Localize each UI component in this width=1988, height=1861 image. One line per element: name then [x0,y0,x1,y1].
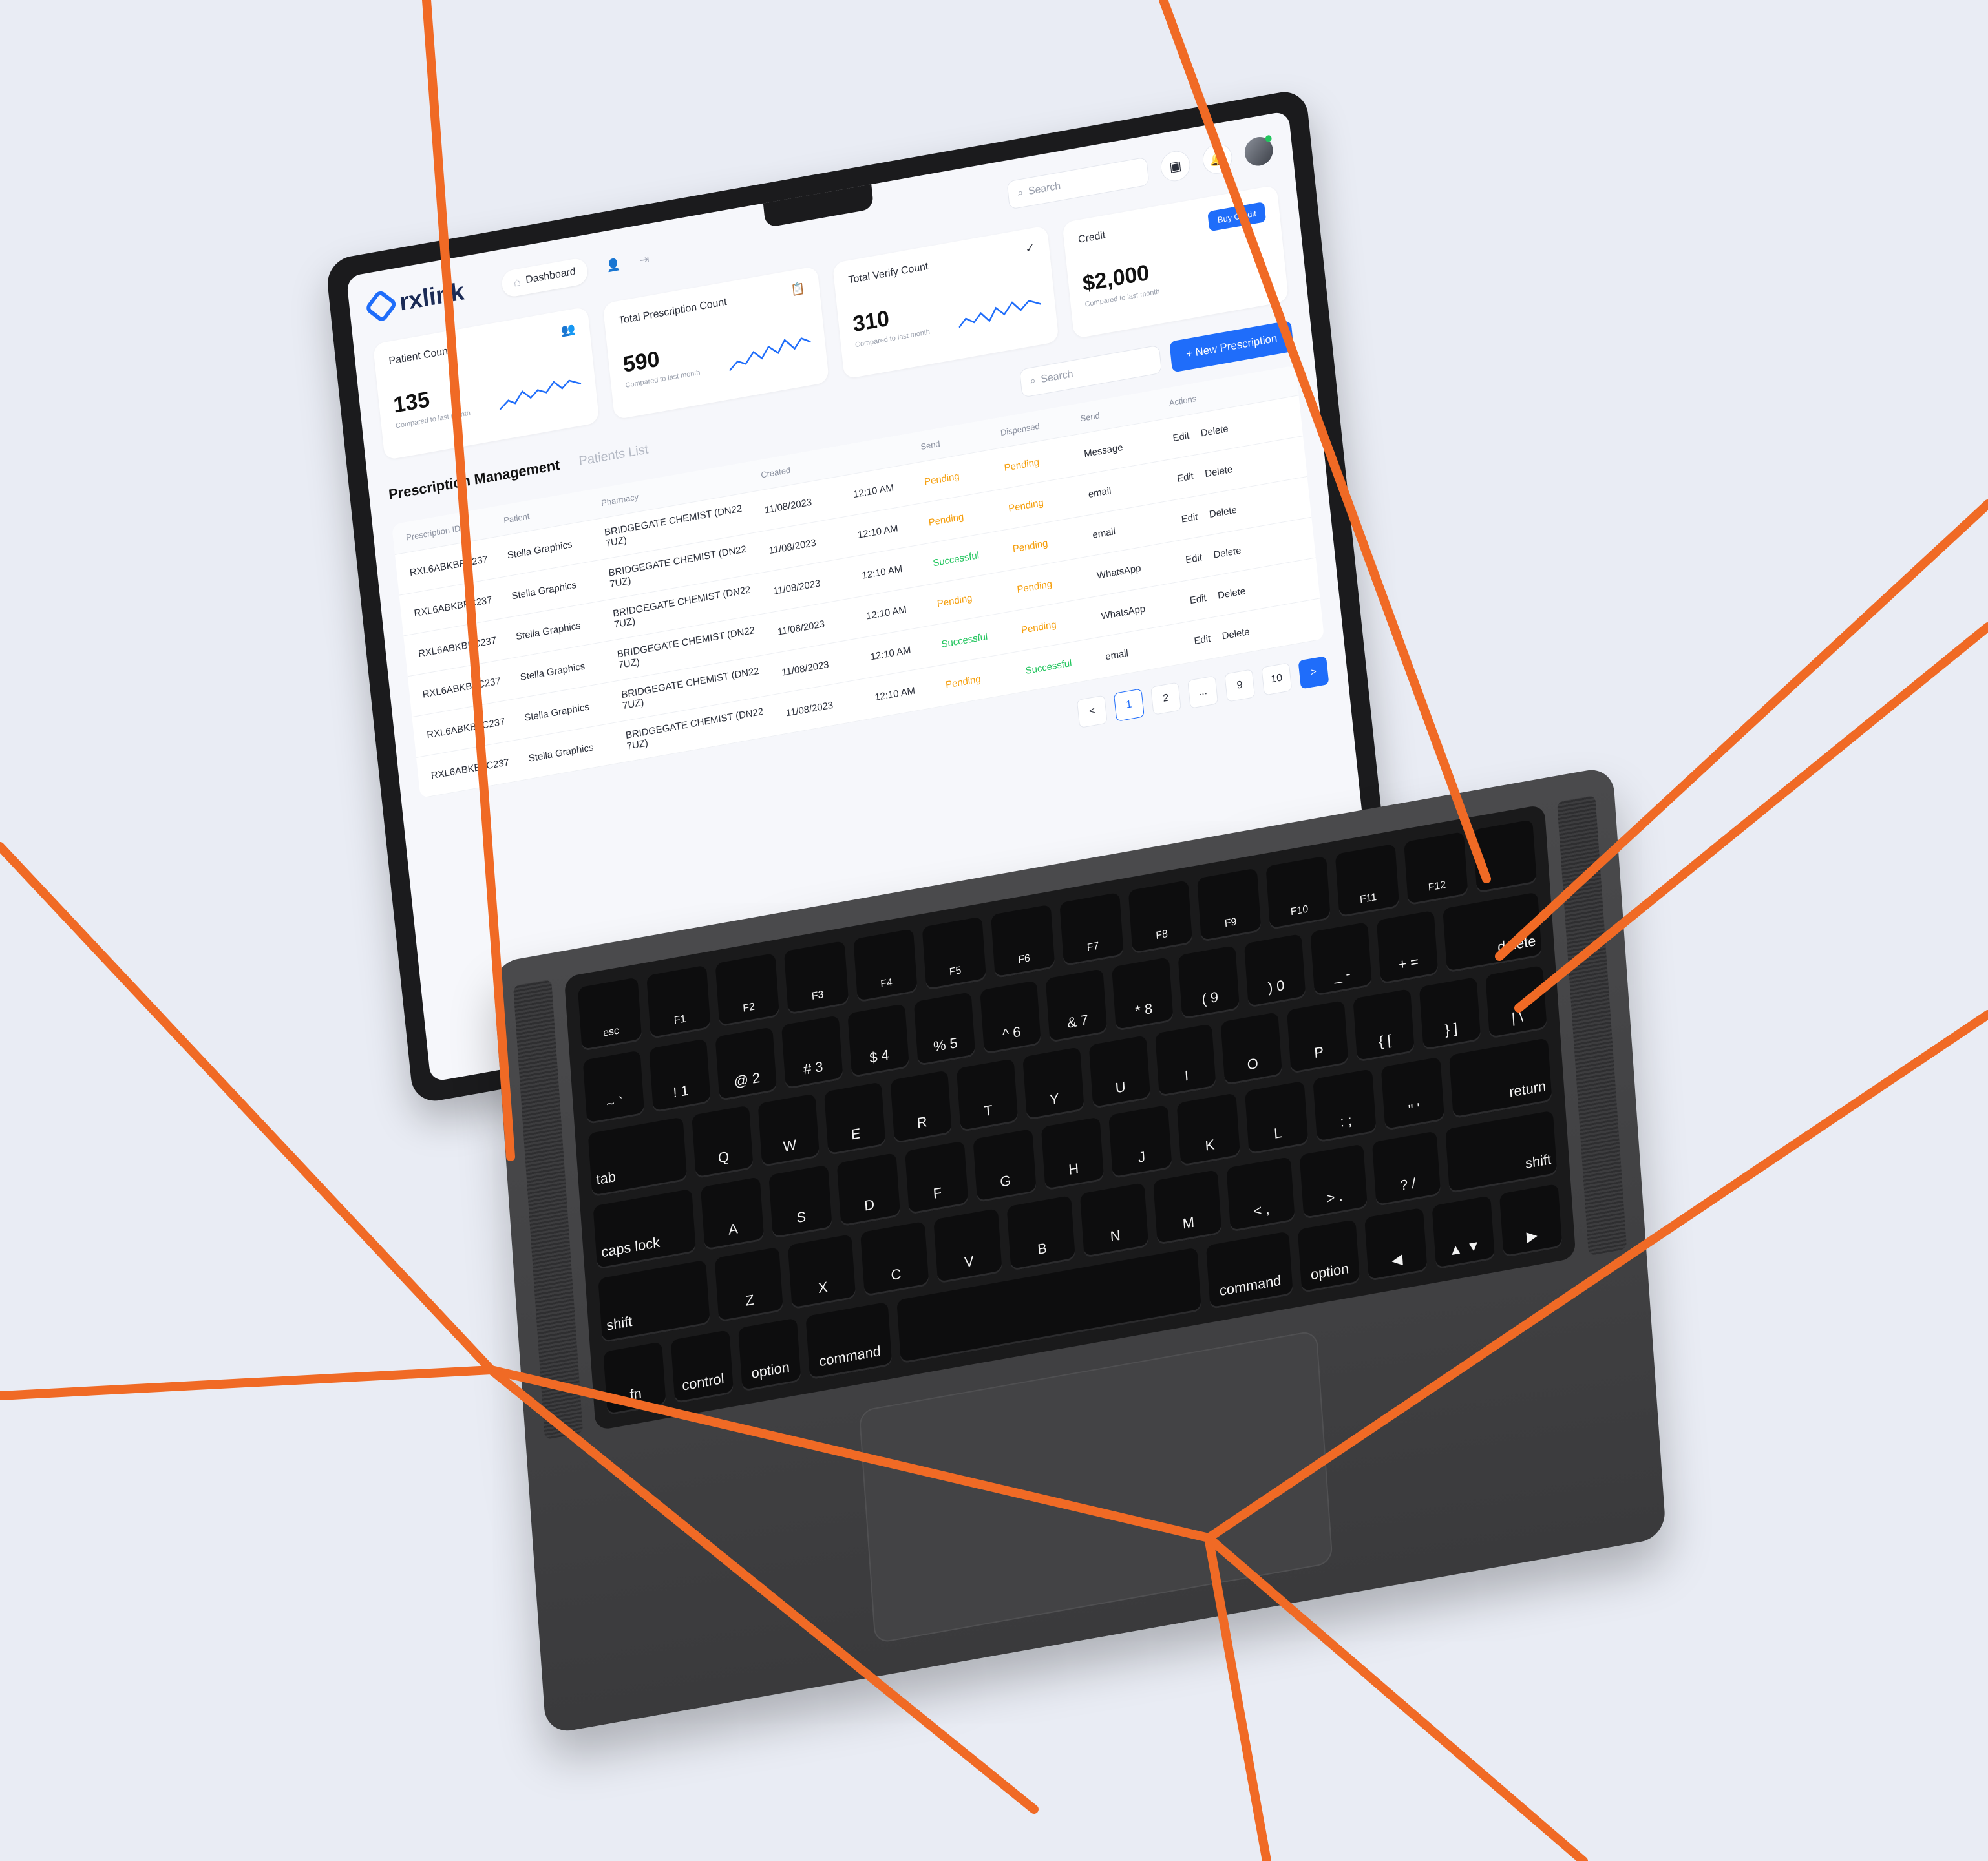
rope [0,842,496,1374]
rope [422,0,515,1161]
rope [1159,0,1491,883]
rope [0,1010,1988,1543]
orange-ropes [0,0,1988,1861]
rope [1514,622,1988,1013]
rope [1204,1533,1588,1861]
rope [1495,499,1988,961]
